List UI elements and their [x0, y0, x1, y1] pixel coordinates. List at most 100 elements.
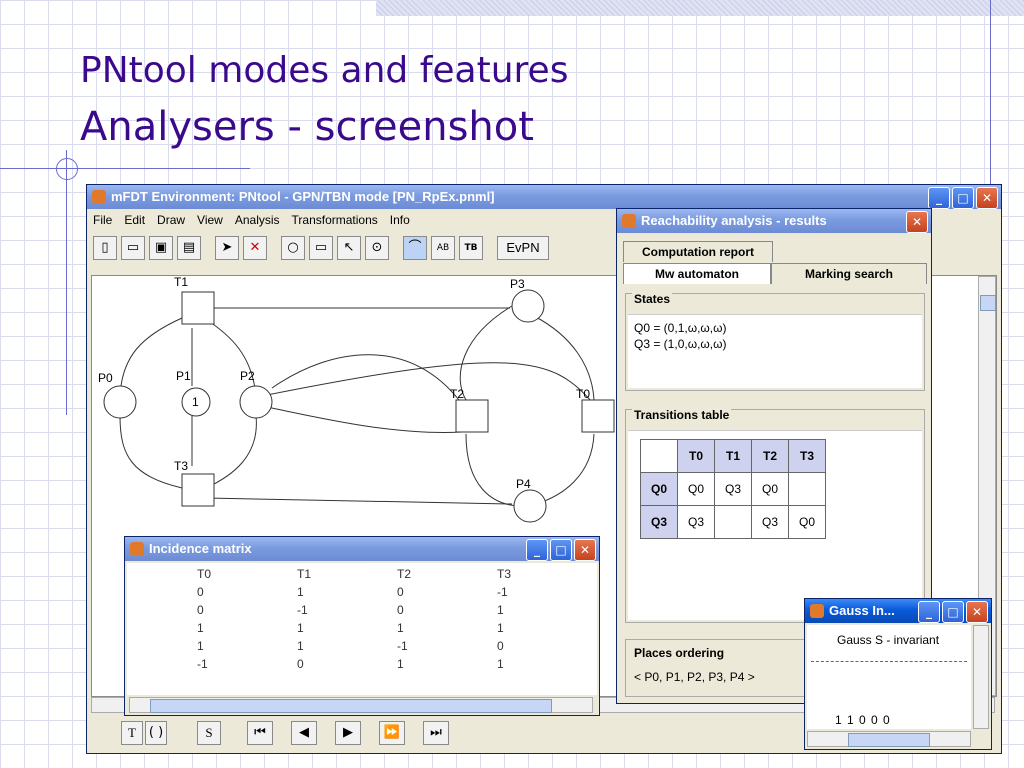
gauss-subtitle: Gauss S - invariant — [837, 633, 940, 647]
matrix-cell: -1 — [297, 603, 308, 617]
close-button[interactable]: ✕ — [574, 539, 596, 561]
delete-icon[interactable]: ✕ — [243, 236, 267, 260]
label-p2: P2 — [240, 369, 255, 383]
place-p0[interactable] — [103, 385, 137, 419]
matrix-cell: 1 — [197, 621, 204, 635]
gauss-title: Gauss In... — [829, 603, 895, 618]
minimize-button[interactable]: _ — [918, 601, 940, 623]
new-file-icon[interactable]: ▯ — [93, 236, 117, 260]
state-q3: Q3 = (1,0,ω,ω,ω) — [634, 337, 727, 351]
arc-arrow-icon[interactable]: ↖ — [337, 236, 361, 260]
slide-decoration-line — [990, 0, 991, 200]
maximize-button[interactable]: □ — [942, 601, 964, 623]
p1-token-count: 1 — [192, 395, 199, 409]
label-p3: P3 — [510, 277, 525, 291]
gauss-titlebar[interactable]: Gauss In... _ □ ✕ — [805, 599, 991, 623]
reachability-titlebar[interactable]: Reachability analysis - results ✕ — [617, 209, 931, 233]
place-p2[interactable] — [239, 385, 273, 419]
token-icon[interactable]: ⊙ — [365, 236, 389, 260]
close-button[interactable]: ✕ — [976, 187, 998, 209]
incidence-titlebar[interactable]: Incidence matrix _ □ ✕ — [125, 537, 599, 561]
label-ab-icon[interactable]: AB — [431, 236, 455, 260]
gauss-vertical-scrollbar[interactable] — [973, 625, 989, 729]
last-icon[interactable]: ⏭ — [423, 721, 449, 745]
minimize-button[interactable]: _ — [928, 187, 950, 209]
gauss-content: Gauss S - invariant 1 1 0 0 0 — [807, 625, 971, 729]
prev-icon[interactable]: ◀ — [291, 721, 317, 745]
incidence-horizontal-scrollbar[interactable] — [129, 697, 593, 713]
table-cell: Q0 — [677, 472, 715, 506]
menu-draw[interactable]: Draw — [157, 213, 185, 227]
close-button[interactable]: ✕ — [906, 211, 928, 233]
tab-marking-search[interactable]: Marking search — [771, 263, 927, 284]
gauss-window: Gauss In... _ □ ✕ Gauss S - invariant 1 … — [804, 598, 992, 750]
place-p4[interactable] — [513, 489, 547, 523]
matrix-header-t0: T0 — [197, 567, 212, 581]
matrix-cell: -1 — [397, 639, 408, 653]
matrix-cell: 0 — [497, 639, 504, 653]
slide-title: PNtool modes and features — [80, 50, 569, 91]
gauss-invariant-value: 1 1 0 0 0 — [835, 713, 891, 727]
incidence-matrix-area: T0 T1 T2 T3 0 1 0 -1 0 -1 0 1 1 1 1 1 1 … — [127, 563, 597, 695]
java-icon — [622, 214, 636, 228]
close-button[interactable]: ✕ — [966, 601, 988, 623]
gauss-horizontal-scrollbar[interactable] — [807, 731, 971, 747]
place-circle-icon[interactable]: ○ — [281, 236, 305, 260]
matrix-cell: 0 — [397, 603, 404, 617]
select-arrow-icon[interactable]: ➤ — [215, 236, 239, 260]
places-ordering-label: Places ordering — [632, 646, 727, 660]
bottom-button-paren[interactable]: ( ) — [145, 721, 167, 745]
state-q0: Q0 = (0,1,ω,ω,ω) — [634, 321, 727, 335]
matrix-cell: 0 — [197, 585, 204, 599]
col-header: T2 — [751, 439, 789, 473]
transition-t2[interactable] — [455, 399, 489, 433]
menu-file[interactable]: File — [93, 213, 112, 227]
tab-computation-report[interactable]: Computation report — [623, 241, 773, 262]
save-icon[interactable]: ▣ — [149, 236, 173, 260]
play-icon[interactable]: ▶ — [335, 721, 361, 745]
menu-transformations[interactable]: Transformations — [292, 213, 378, 227]
transition-t0[interactable] — [581, 399, 615, 433]
matrix-cell: 1 — [497, 657, 504, 671]
states-group: States Q0 = (0,1,ω,ω,ω) Q3 = (1,0,ω,ω,ω) — [625, 292, 925, 391]
maximize-button[interactable]: □ — [550, 539, 572, 561]
menu-view[interactable]: View — [197, 213, 223, 227]
first-icon[interactable]: ⏮ — [247, 721, 273, 745]
menu-info[interactable]: Info — [390, 213, 410, 227]
transition-rect-icon[interactable]: ▭ — [309, 236, 333, 260]
tb-mode-icon[interactable]: TB — [459, 236, 483, 260]
label-p0: P0 — [98, 371, 113, 385]
open-folder-icon[interactable]: ▭ — [121, 236, 145, 260]
table-cell: Q3 — [714, 472, 752, 506]
minimize-button[interactable]: _ — [526, 539, 548, 561]
menu-edit[interactable]: Edit — [124, 213, 145, 227]
table-cell: Q0 — [788, 505, 826, 539]
tab-mw-automaton[interactable]: Mw automaton — [623, 263, 771, 284]
bottom-button-s[interactable]: S — [197, 721, 221, 745]
evpn-button[interactable]: EvPN — [497, 236, 549, 260]
matrix-cell: 0 — [297, 657, 304, 671]
save-as-icon[interactable]: ▤ — [177, 236, 201, 260]
transitions-table-label: Transitions table — [632, 408, 732, 422]
matrix-cell: 1 — [497, 621, 504, 635]
fast-forward-icon[interactable]: ⏩ — [379, 721, 405, 745]
bottom-button-t[interactable]: T — [121, 721, 143, 745]
row-header: Q3 — [640, 505, 678, 539]
label-t0: T0 — [576, 387, 590, 401]
label-t2: T2 — [450, 387, 464, 401]
curve-icon[interactable]: ⌒ — [403, 236, 427, 260]
menu-analysis[interactable]: Analysis — [235, 213, 280, 227]
states-label: States — [632, 292, 673, 306]
matrix-header-t2: T2 — [397, 567, 412, 581]
main-window-titlebar[interactable]: mFDT Environment: PNtool - GPN/TBN mode … — [87, 185, 1001, 209]
maximize-button[interactable]: □ — [952, 187, 974, 209]
col-header: T0 — [677, 439, 715, 473]
places-ordering-group: Places ordering < P0, P1, P2, P3, P4 > — [625, 639, 809, 697]
transition-t1[interactable] — [181, 291, 215, 325]
transition-t3[interactable] — [181, 473, 215, 507]
java-icon — [810, 604, 824, 618]
table-cell: Q0 — [751, 472, 789, 506]
matrix-cell: 1 — [297, 621, 304, 635]
place-p3[interactable] — [511, 289, 545, 323]
reachability-title: Reachability analysis - results — [641, 213, 827, 228]
